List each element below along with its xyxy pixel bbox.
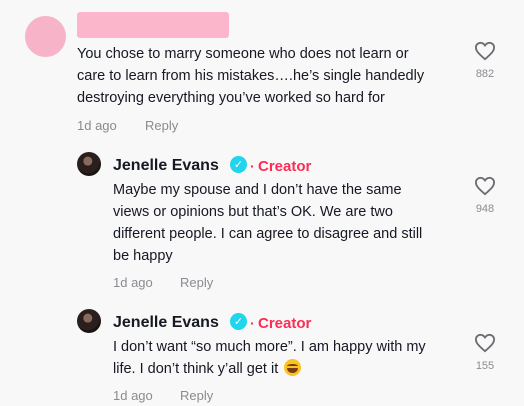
- comment-time: 1d ago: [113, 275, 153, 290]
- like-count: 882: [475, 68, 495, 80]
- avatar[interactable]: [25, 16, 66, 57]
- heart-outline-icon[interactable]: [474, 41, 496, 61]
- verified-badge-icon: ✓: [230, 156, 247, 173]
- comment-text-line: life. I don’t think y’all get it: [113, 358, 302, 380]
- redacted-username[interactable]: [77, 12, 229, 38]
- verified-badge-icon: ✓: [230, 313, 247, 330]
- comment-text-line: views or opinions but that’s OK. We are …: [113, 204, 393, 220]
- reply-button[interactable]: Reply: [180, 275, 213, 290]
- comment-time: 1d ago: [113, 388, 153, 403]
- reply-button[interactable]: Reply: [180, 388, 213, 403]
- creator-label: Creator: [258, 315, 312, 332]
- like-count: 155: [475, 360, 495, 372]
- comment-text-line: destroying everything you’ve worked so h…: [77, 90, 385, 106]
- comment-text-line: I don’t want “so much more”. I am happy …: [113, 339, 426, 355]
- comment-text-line: be happy: [113, 248, 173, 264]
- separator-dot: ·: [250, 158, 255, 174]
- reply-button[interactable]: Reply: [145, 118, 178, 133]
- avatar[interactable]: [77, 309, 101, 333]
- heart-outline-icon[interactable]: [474, 333, 496, 353]
- comment-time: 1d ago: [77, 118, 117, 133]
- comment-text-line: Maybe my spouse and I don’t have the sam…: [113, 182, 402, 198]
- creator-label: Creator: [258, 158, 312, 175]
- like-count: 948: [475, 203, 495, 215]
- author-name[interactable]: Jenelle Evans: [113, 314, 219, 332]
- laughing-face-emoji: [284, 359, 302, 376]
- comment-text-line: You chose to marry someone who does not …: [77, 46, 409, 62]
- comment-text-segment: life. I don’t think y’all get it: [113, 361, 279, 377]
- comment-text-line: different people. I can agree to disagre…: [113, 226, 423, 242]
- author-name[interactable]: Jenelle Evans: [113, 157, 219, 175]
- separator-dot: ·: [250, 315, 255, 331]
- heart-outline-icon[interactable]: [474, 176, 496, 196]
- avatar[interactable]: [77, 152, 101, 176]
- comment-text-line: care to learn from his mistakes….he’s si…: [77, 68, 425, 84]
